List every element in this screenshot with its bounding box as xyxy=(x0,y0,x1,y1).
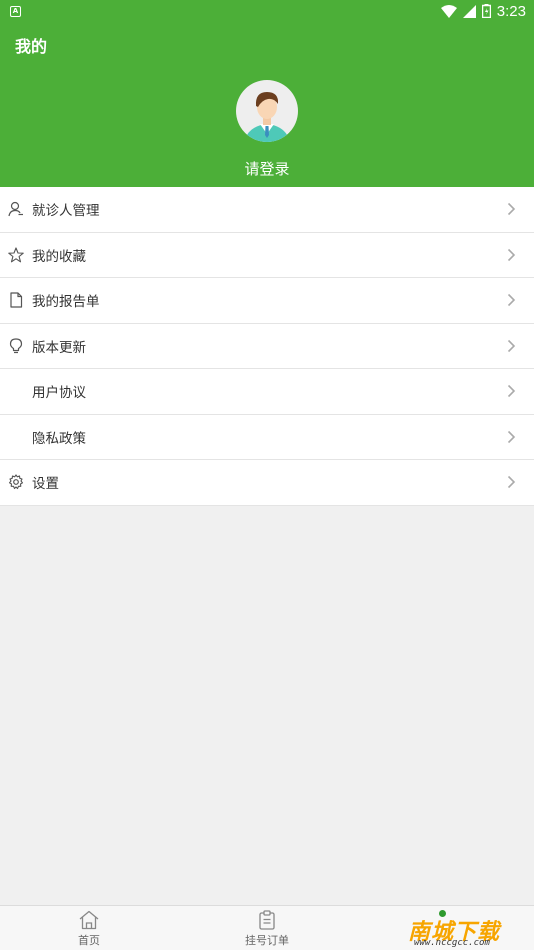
menu-item-privacy-policy[interactable]: 隐私政策 xyxy=(0,415,534,460)
notification-icon: A xyxy=(10,5,21,17)
menu-item-label: 我的收藏 xyxy=(32,248,86,265)
chevron-right-icon xyxy=(507,294,516,307)
star-icon xyxy=(8,247,24,263)
watermark: 南城下载 www.nccgcc.com xyxy=(408,914,526,948)
chevron-right-icon xyxy=(507,385,516,398)
menu-item-label: 我的报告单 xyxy=(32,294,100,311)
menu-item-label: 隐私政策 xyxy=(32,430,86,447)
tab-registration-orders[interactable]: 挂号订单 xyxy=(217,910,317,948)
menu-item-label: 版本更新 xyxy=(32,339,86,356)
tab-label: 首页 xyxy=(78,934,100,947)
login-link[interactable]: 请登录 xyxy=(0,158,534,179)
profile-header: A 3:23 我的 请登录 xyxy=(0,0,534,187)
menu-item-reports[interactable]: 我的报告单 xyxy=(0,278,534,324)
status-bar: A 3:23 xyxy=(0,0,534,22)
avatar[interactable] xyxy=(236,80,298,142)
tab-label: 挂号订单 xyxy=(245,934,289,947)
home-icon xyxy=(79,910,99,930)
chevron-right-icon xyxy=(507,430,516,443)
file-icon xyxy=(10,292,23,308)
clock: 3:23 xyxy=(496,2,526,20)
chevron-right-icon xyxy=(507,339,516,352)
menu-item-settings[interactable]: 设置 xyxy=(0,460,534,506)
battery-icon xyxy=(481,4,491,18)
user-icon xyxy=(8,202,23,217)
menu-item-label: 用户协议 xyxy=(32,385,86,402)
bottom-tab-bar: 首页 挂号订单 南城下载 www.nccgcc.com xyxy=(0,905,534,950)
menu-item-favorites[interactable]: 我的收藏 xyxy=(0,233,534,278)
menu-list: 就诊人管理 我的收藏 我的报告单 版本更新 用户协议 隐私政策 设置 xyxy=(0,187,534,506)
gear-icon xyxy=(8,474,24,490)
tab-home[interactable]: 首页 xyxy=(39,910,139,948)
menu-item-user-agreement[interactable]: 用户协议 xyxy=(0,369,534,415)
page-title: 我的 xyxy=(15,37,48,56)
watermark-url: www.nccgcc.com xyxy=(414,938,490,948)
menu-item-version-update[interactable]: 版本更新 xyxy=(0,324,534,369)
chevron-right-icon xyxy=(507,203,516,216)
menu-item-label: 就诊人管理 xyxy=(32,203,100,220)
menu-item-label: 设置 xyxy=(32,476,59,493)
chevron-right-icon xyxy=(507,476,516,489)
chevron-right-icon xyxy=(507,248,516,261)
wifi-icon xyxy=(440,4,457,18)
bulb-icon xyxy=(9,338,23,353)
signal-icon xyxy=(462,4,476,18)
menu-item-patient-management[interactable]: 就诊人管理 xyxy=(0,187,534,233)
clipboard-icon xyxy=(259,910,275,930)
